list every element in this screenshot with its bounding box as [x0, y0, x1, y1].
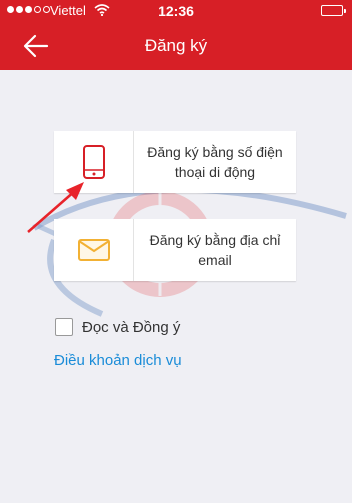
register-by-phone-button[interactable]: Đăng ký bằng số điện thoại di động	[54, 131, 296, 193]
page-title: Đăng ký	[144, 36, 208, 55]
app-header: Viettel 12:36 Đăng ký	[0, 0, 352, 70]
register-by-email-button[interactable]: Đăng ký bằng địa chỉ email	[54, 219, 296, 281]
agree-label: Đọc và Đồng ý	[82, 318, 181, 336]
terms-of-service-link[interactable]: Điều khoản dịch vụ	[54, 352, 182, 369]
status-bar: Viettel 12:36	[0, 0, 352, 22]
agreement-row: Đọc và Đồng ý	[55, 316, 180, 338]
mobile-phone-icon	[54, 131, 134, 193]
battery-icon	[321, 5, 346, 16]
status-time: 12:36	[158, 3, 194, 19]
envelope-icon	[54, 219, 134, 281]
register-by-phone-label: Đăng ký bằng số điện thoại di động	[147, 144, 283, 180]
navigation-bar: Đăng ký	[0, 22, 352, 70]
register-by-email-label: Đăng ký bằng địa chỉ email	[149, 232, 281, 268]
agree-checkbox[interactable]	[55, 318, 73, 336]
